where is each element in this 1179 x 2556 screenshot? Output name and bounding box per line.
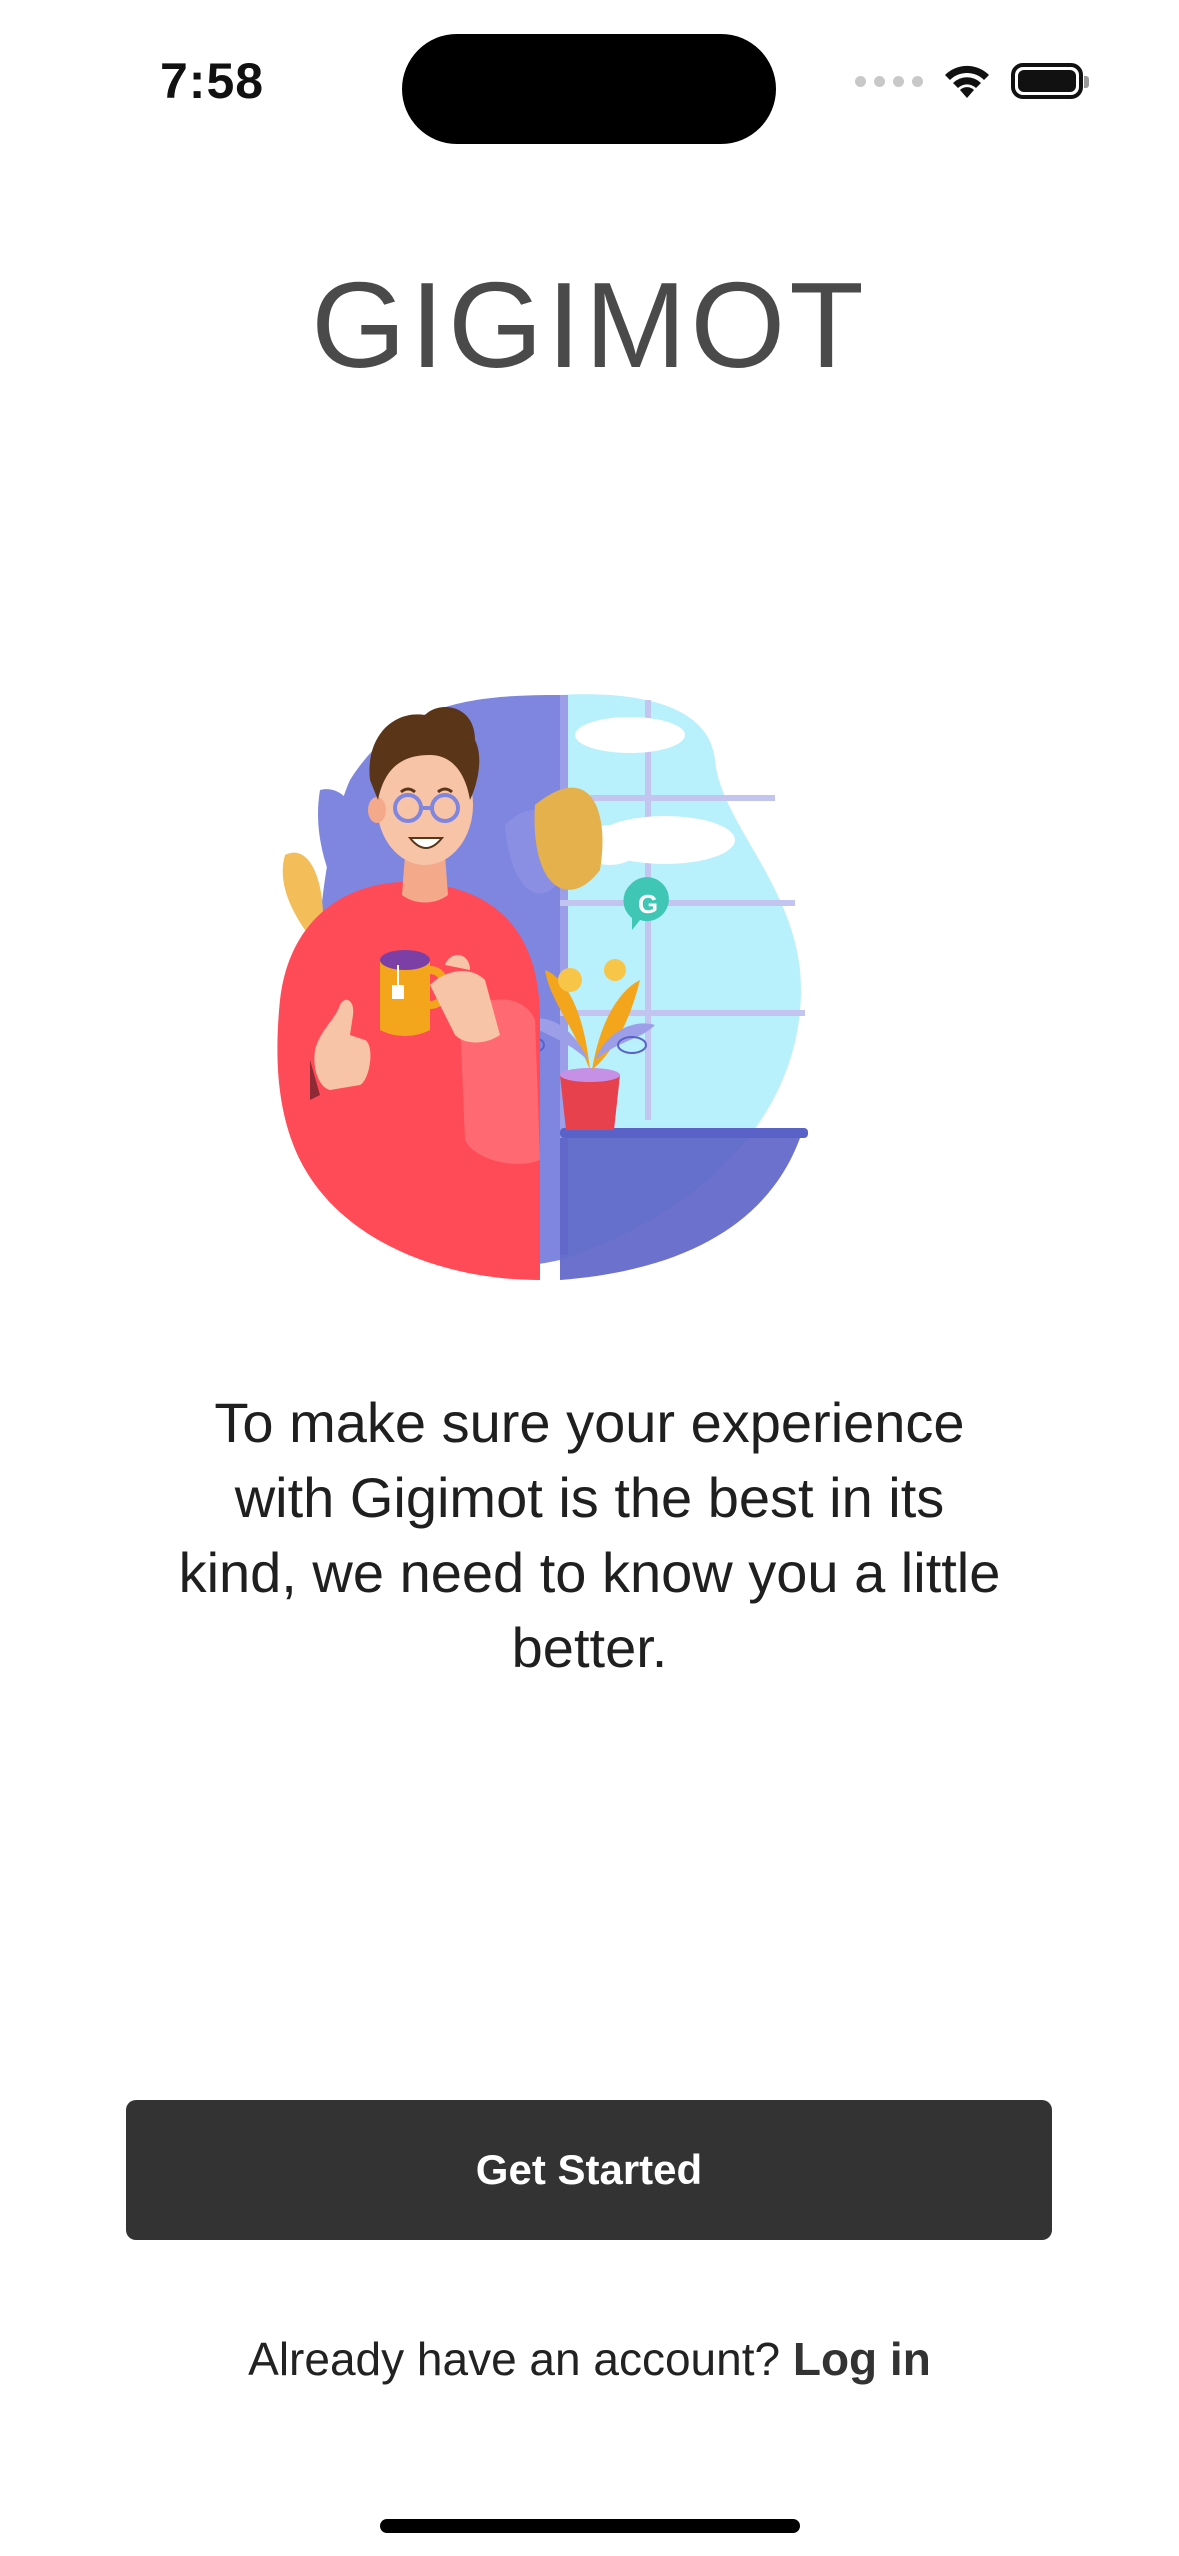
mug [380, 960, 430, 1036]
get-started-button[interactable]: Get Started [126, 2100, 1052, 2240]
chat-bubble-letter: G [638, 889, 658, 919]
home-indicator[interactable] [380, 2519, 800, 2533]
plant-pot [560, 1075, 620, 1130]
wifi-icon [945, 65, 989, 98]
login-prompt-text: Already have an account? [248, 2333, 781, 2385]
status-time: 7:58 [160, 53, 265, 109]
dynamic-island [402, 34, 776, 144]
status-icons [855, 62, 1089, 100]
intro-text: To make sure your experience with Gigimo… [178, 1391, 1001, 1679]
login-prompt-line: Already have an account? Log in [0, 2332, 1179, 2386]
login-link[interactable]: Log in [793, 2333, 931, 2385]
app-logo: GIGIMOT [311, 257, 868, 393]
cellular-signal-icon [855, 75, 923, 87]
battery-icon [1011, 63, 1089, 99]
welcome-illustration: G [277, 694, 808, 1280]
